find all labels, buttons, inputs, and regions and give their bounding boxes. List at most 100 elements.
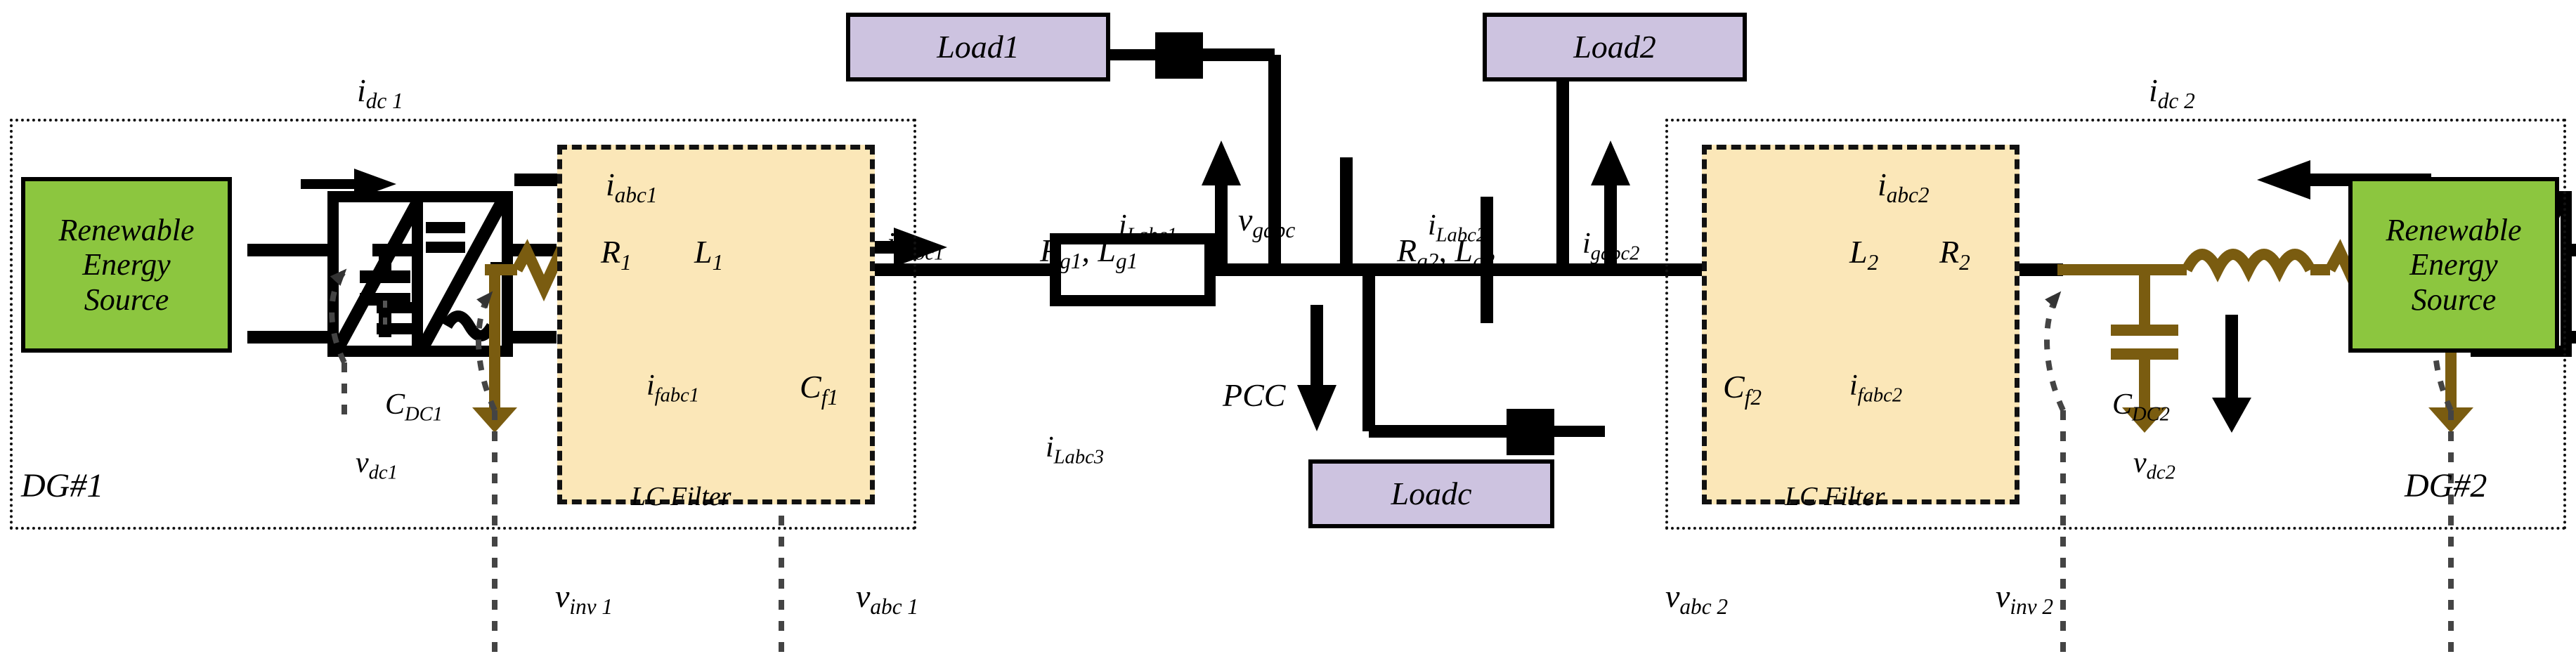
iLabc2-subscript: Labc2	[1436, 224, 1487, 247]
dg2-frame-label: DG#2	[2405, 467, 2487, 504]
dg1-iabc-label: iabc1	[606, 166, 658, 208]
grid-line1-r-symbol: R	[1040, 233, 1060, 268]
dg2-vdc-symbol: v	[2133, 447, 2147, 479]
dg1-iabc-symbol: i	[606, 166, 615, 202]
dg1-source-line-2: Energy	[82, 247, 171, 282]
dg2-igabc-label: igabc2	[1582, 229, 1639, 264]
circuit-diagram-canvas: DG#1 Renewable Energy Source DG#2 Renewa…	[0, 0, 2576, 654]
dg1-igabc-label: igabc1	[887, 229, 944, 264]
dg2-vabc-subscript: abc 2	[1679, 594, 1729, 620]
dg1-vdc-symbol: v	[356, 447, 369, 479]
dg1-cdc-subscript: DC1	[405, 403, 443, 426]
dg2-vabc-symbol: v	[1665, 578, 1680, 614]
iLabc3-label: iLabc3	[1046, 433, 1104, 468]
pcc-label: PCC	[1223, 377, 1286, 413]
vgabc-label: vgabc	[1238, 202, 1296, 243]
dg2-source-line-3: Source	[2411, 282, 2497, 317]
dg1-iabc-subscript: abc1	[614, 183, 658, 208]
dg2-cf-symbol: C	[1723, 369, 1745, 405]
dg2-iabc-symbol: i	[1878, 166, 1887, 202]
grid-line1-r-subscript: g1	[1060, 249, 1082, 274]
iLabc1-subscript: Labc1	[1126, 224, 1178, 247]
dg1-cf-symbol: C	[800, 369, 821, 405]
load2-block: Load 2	[1483, 13, 1747, 81]
grid-line1-l-subscript: g1	[1115, 249, 1138, 274]
dg2-idc-label: idc 2	[2149, 74, 2195, 112]
dg2-igabc-subscript: gabc2	[1590, 242, 1640, 265]
vgabc-subscript: gabc	[1252, 218, 1296, 243]
dg1-idc-label: idc 1	[357, 74, 403, 112]
dg2-ifabc-subscript: fabc2	[1857, 384, 1903, 407]
dg1-vinv-subscript: inv 1	[569, 594, 613, 620]
dg1-r-subscript: 1	[620, 250, 632, 275]
dg1-vinv-label: vinv 1	[555, 578, 613, 620]
dg1-r-label: R1	[601, 234, 632, 275]
dg1-source-line-3: Source	[84, 282, 169, 317]
dg1-idc-symbol: i	[357, 72, 366, 108]
grid-line1-l-symbol: L	[1098, 233, 1116, 268]
dg1-igabc-symbol: i	[887, 228, 895, 260]
dg2-vdc-subscript: dc2	[2146, 462, 2175, 484]
dg2-cdc-subscript: DC2	[2132, 403, 2170, 426]
dg1-ifabc-label: ifabc1	[646, 371, 699, 406]
dg2-l-label: L2	[1849, 234, 1879, 275]
dg2-idc-symbol: i	[2149, 72, 2158, 108]
dg2-iabc-label: iabc2	[1878, 166, 1930, 208]
dg1-l-symbol: L	[694, 234, 713, 270]
dg2-lc-filter-boundary	[1702, 145, 2019, 504]
load1-label: Load	[937, 29, 1003, 65]
dg1-vabc-label: vabc 1	[856, 578, 919, 620]
dg2-l-subscript: 2	[1867, 250, 1879, 275]
loadc-sub: c	[1457, 476, 1472, 512]
dg2-cdc-symbol: C	[2112, 388, 2133, 421]
dg1-filter-title: LC Filter	[631, 482, 731, 511]
iLabc2-label: iLabc2	[1428, 211, 1486, 246]
dg2-r-label: R2	[1939, 236, 1970, 275]
dg2-l-symbol: L	[1849, 234, 1868, 270]
iLabc2-symbol: i	[1428, 209, 1436, 242]
grid-line2-r-subscript: g2	[1417, 249, 1439, 274]
dg1-source-line-1: Renewable	[58, 213, 195, 248]
dg2-cf-subscript: f2	[1744, 385, 1762, 410]
iLabc3-arrow	[1297, 305, 1336, 431]
dg2-r-subscript: 2	[1959, 250, 1970, 275]
dg2-renewable-source-block: Renewable Energy Source	[2348, 177, 2559, 353]
dg1-vinv-symbol: v	[555, 578, 570, 614]
load1-breaker[interactable]	[1155, 32, 1203, 79]
load2-sub: 2	[1639, 29, 1656, 65]
dg1-vabc-subscript: abc 1	[870, 594, 919, 620]
dg2-cdc-label: CDC2	[2112, 390, 2170, 425]
load2-label: Load	[1573, 29, 1640, 65]
dg2-ifabc-symbol: i	[1849, 369, 1858, 402]
dg1-ifabc-symbol: i	[646, 369, 655, 402]
dg1-l-label: L1	[694, 234, 724, 275]
vgabc-symbol: v	[1238, 202, 1253, 237]
dg2-cf-label: Cf2	[1723, 369, 1762, 410]
dg2-vabc-label: vabc 2	[1665, 578, 1729, 620]
dg1-vdc-subscript: dc1	[368, 462, 398, 484]
dg2-filter-title: LC Filter	[1785, 482, 1885, 511]
grid-line1-comma: ,	[1081, 233, 1090, 268]
load1-sub: 1	[1003, 29, 1020, 65]
dg2-vdc-label: vdc2	[2133, 448, 2175, 483]
dg1-renewable-source-block: Renewable Energy Source	[21, 177, 232, 353]
dg2-vinv-label: vinv 2	[1996, 580, 2053, 618]
loadc-block: Load c	[1308, 459, 1554, 528]
dg2-idc-subscript: dc 2	[2157, 89, 2195, 114]
grid-line2-r-symbol: R	[1397, 233, 1417, 268]
dg1-cdc-label: CDC1	[385, 390, 443, 425]
loadc-label: Load	[1391, 476, 1458, 512]
grid-line2-l-subscript: g2	[1472, 249, 1495, 274]
iLabc3-subscript: Labc3	[1053, 446, 1105, 469]
dg2-source-line-1: Renewable	[2386, 213, 2522, 248]
loadc-breaker[interactable]	[1507, 409, 1554, 455]
dg2-iabc-subscript: abc2	[1886, 183, 1930, 208]
iLabc3-symbol: i	[1046, 431, 1054, 464]
dg2-ifabc-label: ifabc2	[1849, 371, 1902, 406]
dg1-idc-subscript: dc 1	[365, 89, 403, 114]
dg1-igabc-subscript: gabc1	[895, 242, 944, 265]
dg1-l-subscript: 1	[712, 250, 724, 275]
dg1-r-symbol: R	[601, 234, 621, 270]
dg1-cf-subscript: f1	[821, 385, 839, 410]
dg1-vabc-symbol: v	[856, 578, 871, 614]
